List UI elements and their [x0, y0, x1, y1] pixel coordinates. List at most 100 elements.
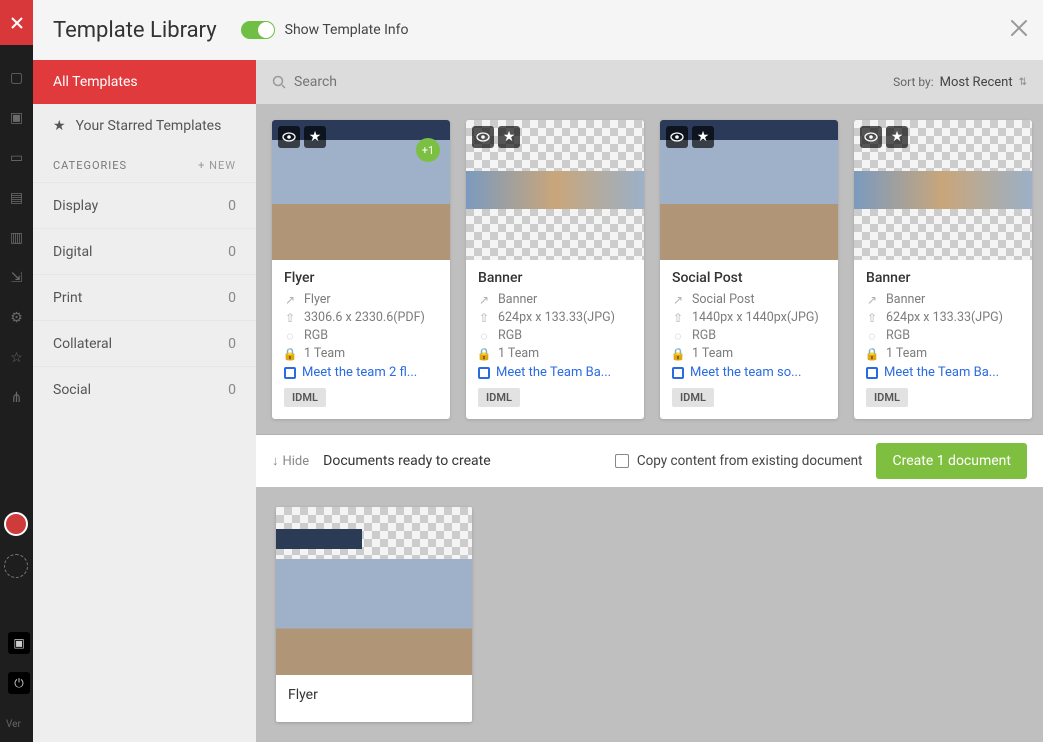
- create-document-button[interactable]: Create 1 document: [876, 443, 1027, 479]
- star-icon[interactable]: ☆: [10, 350, 23, 366]
- close-x-icon: [10, 16, 24, 30]
- thumbnail-strip: [466, 171, 644, 209]
- template-type: ↗Social Post: [672, 292, 826, 307]
- preview-button[interactable]: [666, 126, 688, 148]
- template-team: 🔒 1 Team: [478, 346, 632, 361]
- expand-icon: ↗: [866, 293, 878, 307]
- template-source-link[interactable]: Meet the team so...: [672, 365, 826, 380]
- upload-icon: ⇧: [284, 311, 296, 325]
- show-info-toggle[interactable]: [241, 21, 275, 39]
- link-text: Meet the Team Ba...: [884, 365, 999, 380]
- star-button[interactable]: ★: [692, 126, 714, 148]
- close-modal-button[interactable]: [1009, 18, 1031, 40]
- meta-value: 624px x 133.33(JPG): [498, 310, 615, 325]
- lock-icon: 🔒: [284, 347, 296, 361]
- droplet-icon: ◌: [284, 329, 296, 343]
- star-icon: ★: [891, 129, 904, 145]
- thumbnail-strip: [854, 171, 1032, 209]
- eye-icon: [282, 130, 296, 144]
- sidebar-item-category[interactable]: Print 0: [33, 274, 256, 320]
- template-card[interactable]: ★Social Post↗Social Post⇧1440px x 1440px…: [660, 120, 838, 419]
- document-icon: [866, 367, 878, 379]
- add-user-button[interactable]: [4, 554, 28, 578]
- document-icon: [284, 367, 296, 379]
- sidebar-item-category[interactable]: Collateral 0: [33, 320, 256, 366]
- star-icon: ★: [53, 118, 66, 134]
- doc-icon[interactable]: ▭: [10, 150, 23, 166]
- gear-icon[interactable]: ⚙: [10, 310, 23, 326]
- template-source-link[interactable]: Meet the Team Ba...: [866, 365, 1020, 380]
- template-card-body: Banner↗Banner⇧624px x 133.33(JPG)◌RGB🔒1 …: [466, 260, 644, 419]
- main-panel: Sort by: Most Recent ⇅ ★+1Flyer↗Flyer⇧33…: [256, 60, 1043, 742]
- preview-button[interactable]: [278, 126, 300, 148]
- expand-icon: ↗: [284, 293, 296, 307]
- star-button[interactable]: ★: [498, 126, 520, 148]
- add-category-button[interactable]: + NEW: [198, 159, 236, 172]
- thumbnail-action-icons: ★: [278, 126, 326, 148]
- document-icon: [478, 367, 490, 379]
- power-button[interactable]: ⏻: [8, 672, 30, 694]
- sidebar-item-category[interactable]: Digital 0: [33, 228, 256, 274]
- star-button[interactable]: ★: [886, 126, 908, 148]
- upload-icon: ⇧: [672, 311, 684, 325]
- template-thumbnail: ★ +1: [272, 120, 450, 260]
- user-avatar[interactable]: [4, 512, 28, 536]
- link-text: Meet the team 2 fl...: [302, 365, 417, 380]
- category-count: 0: [228, 382, 236, 398]
- template-card[interactable]: ★ Banner↗Banner⇧624px x 133.33(JPG)◌RGB🔒1…: [466, 120, 644, 419]
- sort-dropdown[interactable]: Sort by: Most Recent ⇅: [893, 75, 1027, 90]
- copy-content-checkbox[interactable]: Copy content from existing document: [615, 453, 863, 469]
- meta-value: 624px x 133.33(JPG): [886, 310, 1003, 325]
- share-icon[interactable]: ⇲: [11, 270, 23, 286]
- template-color-mode: ◌RGB: [866, 328, 1020, 343]
- template-source-link[interactable]: Meet the Team Ba...: [478, 365, 632, 380]
- layers-icon[interactable]: ▤: [10, 190, 23, 206]
- eye-icon: [476, 130, 490, 144]
- desktop-icon[interactable]: ▥: [10, 230, 23, 246]
- sidebar-item-label: Print: [53, 290, 82, 306]
- eye-icon: [670, 130, 684, 144]
- image-icon[interactable]: ▣: [10, 110, 23, 126]
- thumbnail-header-bar: [276, 529, 362, 549]
- template-type: ↗Banner: [478, 292, 632, 307]
- folder-icon[interactable]: ▢: [10, 70, 23, 86]
- sidebar-item-starred[interactable]: ★ Your Starred Templates: [33, 104, 256, 148]
- assets-button[interactable]: ▣: [8, 632, 30, 654]
- hide-documents-button[interactable]: ↓ Hide: [272, 453, 309, 469]
- eye-icon: [864, 130, 878, 144]
- template-card[interactable]: ★+1Flyer↗Flyer⇧3306.6 x 2330.6(PDF)◌RGB🔒…: [272, 120, 450, 419]
- template-card[interactable]: ★Banner↗Banner⇧624px x 133.33(JPG)◌RGB🔒1…: [854, 120, 1032, 419]
- thumbnail-action-icons: ★: [666, 126, 714, 148]
- version-label: Ver: [6, 719, 21, 730]
- sidebar-item-label: Social: [53, 382, 91, 398]
- preview-button[interactable]: [472, 126, 494, 148]
- sidebar-item-all-templates[interactable]: All Templates: [33, 60, 256, 104]
- template-card-body: Banner↗Banner⇧624px x 133.33(JPG)◌RGB🔒1 …: [854, 260, 1032, 419]
- template-library-modal: Template Library Show Template Info All …: [33, 0, 1043, 742]
- sidebar-item-label: Collateral: [53, 336, 112, 352]
- template-color-mode: ◌RGB: [672, 328, 826, 343]
- expand-icon: ↗: [672, 293, 684, 307]
- category-count: 0: [228, 336, 236, 352]
- lock-icon: 🔒: [478, 347, 490, 361]
- app-side-icons: ▢ ▣ ▭ ▤ ▥ ⇲ ⚙ ☆ ⋔: [0, 70, 33, 406]
- search-input[interactable]: [294, 74, 494, 90]
- network-icon[interactable]: ⋔: [11, 390, 23, 406]
- star-button[interactable]: ★: [304, 126, 326, 148]
- lock-icon: 🔒: [866, 347, 878, 361]
- meta-value: RGB: [886, 328, 910, 343]
- app-logo-button[interactable]: [0, 0, 33, 45]
- thumbnail-photo: [276, 559, 472, 675]
- preview-button[interactable]: [860, 126, 882, 148]
- template-dimensions: ⇧1440px x 1440px(JPG): [672, 310, 826, 325]
- add-badge[interactable]: +1: [416, 138, 440, 162]
- selected-document-card[interactable]: Flyer: [276, 507, 472, 722]
- meta-value: 3306.6 x 2330.6(PDF): [304, 310, 425, 325]
- template-dimensions: ⇧624px x 133.33(JPG): [866, 310, 1020, 325]
- sidebar-item-category[interactable]: Display 0: [33, 182, 256, 228]
- meta-value: 1 Team: [498, 346, 539, 361]
- template-source-link[interactable]: Meet the team 2 fl...: [284, 365, 438, 380]
- category-count: 0: [228, 198, 236, 214]
- sidebar-item-category[interactable]: Social 0: [33, 366, 256, 412]
- sidebar-item-label: Your Starred Templates: [76, 118, 222, 134]
